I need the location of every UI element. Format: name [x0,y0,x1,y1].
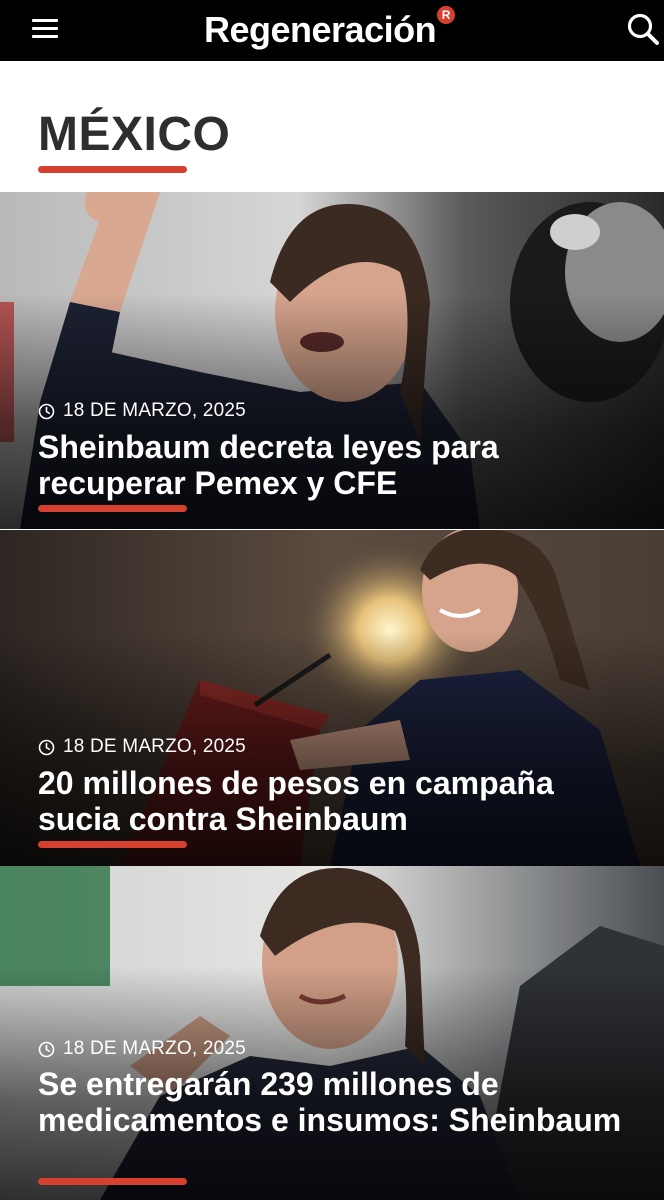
article-image-overlay [0,866,664,1200]
article-card-1[interactable]: 18 DE MARZO, 2025 Sheinbaum decreta leye… [0,192,664,529]
article-title-underline [38,841,187,848]
article-date: 18 DE MARZO, 2025 [38,1038,246,1060]
article-title[interactable]: Sheinbaum decreta leyes para recuperar P… [38,429,638,501]
logo-badge: R [437,6,456,24]
article-title[interactable]: Se entregarán 239 millones de medicament… [38,1066,638,1138]
article-date-text: 18 DE MARZO, 2025 [63,400,246,421]
article-title-underline [38,505,187,512]
hamburger-menu-icon[interactable] [30,14,62,44]
article-title-underline [38,1178,187,1185]
article-card-3[interactable]: 18 DE MARZO, 2025 Se entregarán 239 mill… [0,866,664,1200]
section-title-underline [38,166,187,173]
article-title[interactable]: 20 millones de pesos en campaña sucia co… [38,765,638,837]
search-icon[interactable] [624,10,662,48]
article-card-2[interactable]: 18 DE MARZO, 2025 20 millones de pesos e… [0,530,664,866]
article-date-text: 18 DE MARZO, 2025 [63,736,246,757]
clock-icon [38,403,55,419]
section-title: MÉXICO [38,108,231,161]
clock-icon [38,1041,55,1057]
site-logo-text: Regeneración [204,9,437,50]
article-date: 18 DE MARZO, 2025 [38,400,246,422]
article-date-text: 18 DE MARZO, 2025 [63,1038,246,1059]
top-bar: Regeneración R [0,0,664,61]
site-logo[interactable]: Regeneración R [204,6,456,54]
clock-icon [38,739,55,755]
article-date: 18 DE MARZO, 2025 [38,736,246,758]
